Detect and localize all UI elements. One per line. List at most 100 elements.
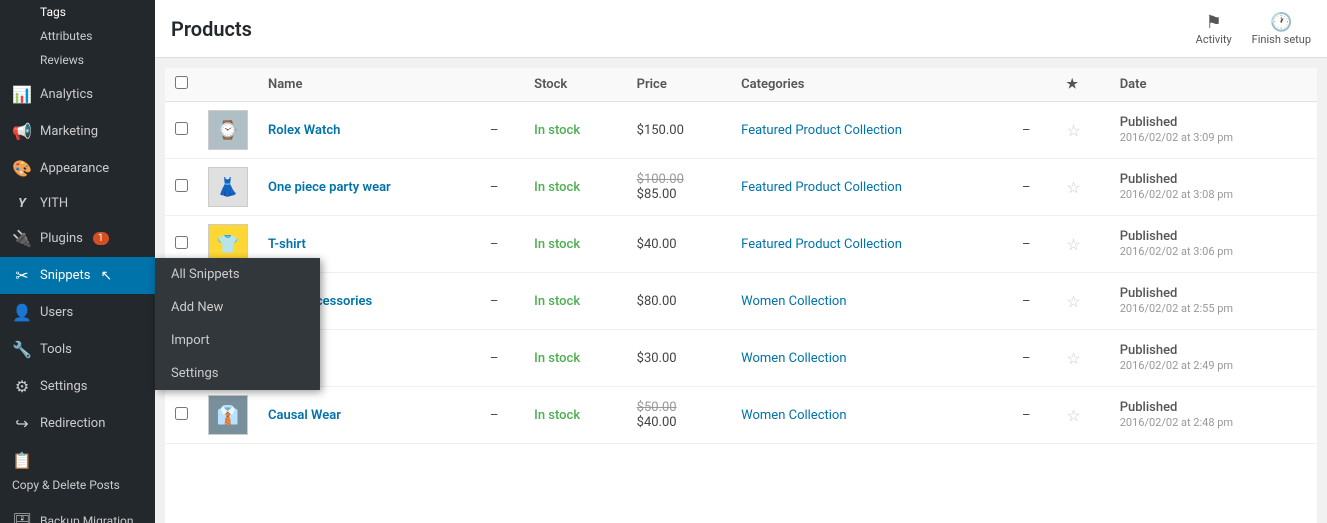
product-name[interactable]: Rolex Watch bbox=[268, 123, 340, 138]
sidebar-item-appearance[interactable]: 🎨 Appearance bbox=[0, 150, 155, 187]
stock-status: In stock bbox=[534, 294, 580, 309]
price-cell: $150.00 bbox=[627, 102, 732, 159]
sidebar-item-users-label: Users bbox=[40, 305, 73, 320]
sidebar-item-analytics[interactable]: 📊 Analytics bbox=[0, 76, 155, 113]
sidebar-item-copy-delete-label: Copy & Delete Posts bbox=[12, 478, 120, 494]
clock-icon: 🕐 bbox=[1270, 12, 1292, 33]
row-checkbox[interactable] bbox=[175, 236, 188, 249]
category[interactable]: Featured Product Collection bbox=[741, 237, 902, 252]
activity-button[interactable]: ⚑ Activity bbox=[1196, 12, 1232, 46]
star-button[interactable]: ☆ bbox=[1066, 121, 1080, 140]
redirection-icon: ↪ bbox=[12, 414, 32, 433]
flyout-all-snippets[interactable]: All Snippets bbox=[155, 258, 320, 291]
users-icon: 👤 bbox=[12, 303, 32, 322]
date-cell: Published 2016/02/02 at 3:06 pm bbox=[1110, 216, 1317, 273]
category[interactable]: Featured Product Collection bbox=[741, 123, 902, 138]
sidebar-item-settings-label: Settings bbox=[40, 379, 87, 394]
price: $150.00 bbox=[637, 123, 684, 138]
sidebar-item-yith[interactable]: Y YITH bbox=[0, 187, 155, 220]
flag-icon: ⚑ bbox=[1206, 12, 1222, 33]
star-button[interactable]: ☆ bbox=[1066, 406, 1080, 425]
flyout-add-new[interactable]: Add New bbox=[155, 291, 320, 324]
sidebar-item-marketing[interactable]: 📢 Marketing bbox=[0, 113, 155, 150]
sidebar-item-tools[interactable]: 🔧 Tools bbox=[0, 331, 155, 368]
tools-icon: 🔧 bbox=[12, 340, 32, 359]
sidebar-item-backup-migration[interactable]: 🗄 Backup Migration bbox=[0, 503, 155, 523]
dash1: – bbox=[480, 330, 524, 387]
table-row: ⌚ Rolex Watch – In stock $150.00 Feature… bbox=[165, 102, 1317, 159]
sidebar-item-snippets[interactable]: ✂ Snippets ↖ bbox=[0, 257, 155, 294]
category[interactable]: Featured Product Collection bbox=[741, 180, 902, 195]
finish-setup-label: Finish setup bbox=[1252, 33, 1311, 46]
price-cell: $80.00 bbox=[627, 273, 732, 330]
top-bar: Products ⚑ Activity 🕐 Finish setup bbox=[155, 0, 1327, 58]
star-button[interactable]: ☆ bbox=[1066, 235, 1080, 254]
date-cell: Published 2016/02/02 at 2:48 pm bbox=[1110, 387, 1317, 444]
product-name[interactable]: T-shirt bbox=[268, 237, 306, 252]
sidebar-item-copy-delete-posts[interactable]: 📋 Copy & Delete Posts bbox=[0, 442, 155, 503]
sidebar-item-settings[interactable]: ⚙ Settings bbox=[0, 368, 155, 405]
sidebar-item-users[interactable]: 👤 Users bbox=[0, 294, 155, 331]
category[interactable]: Women Collection bbox=[741, 408, 846, 423]
row-checkbox[interactable] bbox=[175, 407, 188, 420]
stock-status: In stock bbox=[534, 351, 580, 366]
flyout-settings[interactable]: Settings bbox=[155, 357, 320, 390]
snippets-icon: ✂ bbox=[12, 266, 32, 285]
dash1: – bbox=[480, 216, 524, 273]
sidebar-item-backup-label: Backup Migration bbox=[40, 514, 134, 523]
sidebar-item-redirection[interactable]: ↪ Redirection bbox=[0, 405, 155, 442]
product-thumbnail: 👔 bbox=[208, 395, 248, 435]
price: $80.00 bbox=[637, 294, 677, 309]
star-button[interactable]: ☆ bbox=[1066, 349, 1080, 368]
price-cell: $100.00 $85.00 bbox=[627, 159, 732, 216]
sidebar-item-snippets-label: Snippets bbox=[40, 268, 91, 283]
finish-setup-button[interactable]: 🕐 Finish setup bbox=[1252, 12, 1311, 46]
row-checkbox[interactable] bbox=[175, 122, 188, 135]
star-button[interactable]: ☆ bbox=[1066, 292, 1080, 311]
product-name[interactable]: Causal Wear bbox=[268, 408, 341, 423]
snippets-flyout: All Snippets Add New Import Settings bbox=[155, 258, 320, 390]
plugins-icon: 🔌 bbox=[12, 229, 32, 248]
sidebar-item-reviews[interactable]: Reviews bbox=[0, 48, 155, 72]
category[interactable]: Women Collection bbox=[741, 294, 846, 309]
row-checkbox[interactable] bbox=[175, 179, 188, 192]
product-thumbnail: ⌚ bbox=[208, 110, 248, 150]
publish-date: 2016/02/02 at 3:06 pm bbox=[1120, 245, 1233, 258]
date-cell: Published 2016/02/02 at 2:55 pm bbox=[1110, 273, 1317, 330]
table-row: 👜 nen's Accessories – In stock $80.00 Wo… bbox=[165, 273, 1317, 330]
dash2: – bbox=[1012, 387, 1056, 444]
sidebar-item-redirection-label: Redirection bbox=[40, 416, 105, 431]
sidebar: Tags Attributes Reviews 📊 Analytics 📢 Ma… bbox=[0, 0, 155, 523]
table-row: 👔 Causal Wear – In stock $50.00 $40.00 W… bbox=[165, 387, 1317, 444]
price-cell: $30.00 bbox=[627, 330, 732, 387]
dash2: – bbox=[1012, 102, 1056, 159]
publish-date: 2016/02/02 at 2:55 pm bbox=[1120, 302, 1233, 315]
sidebar-item-plugins[interactable]: 🔌 Plugins 1 bbox=[0, 220, 155, 257]
dash2: – bbox=[1012, 273, 1056, 330]
table-row: 👕 T-shirt – In stock $40.00 Featured Pro… bbox=[165, 216, 1317, 273]
dash2: – bbox=[1012, 159, 1056, 216]
sidebar-item-yith-label: YITH bbox=[40, 196, 68, 211]
select-all-checkbox[interactable] bbox=[175, 76, 188, 89]
main-content: Products ⚑ Activity 🕐 Finish setup Name … bbox=[155, 0, 1327, 523]
dash2: – bbox=[1012, 330, 1056, 387]
table-row: 👗 One piece party wear – In stock $100.0… bbox=[165, 159, 1317, 216]
stock-status: In stock bbox=[534, 180, 580, 195]
appearance-icon: 🎨 bbox=[12, 159, 32, 178]
sidebar-item-tags[interactable]: Tags bbox=[0, 0, 155, 24]
publish-status: Published bbox=[1120, 343, 1178, 358]
copy-delete-icon: 📋 bbox=[12, 451, 32, 470]
activity-label: Activity bbox=[1196, 33, 1232, 46]
dash1: – bbox=[480, 159, 524, 216]
sidebar-item-tools-label: Tools bbox=[40, 342, 72, 357]
price: $30.00 bbox=[637, 351, 677, 366]
category[interactable]: Women Collection bbox=[741, 351, 846, 366]
stock-status: In stock bbox=[534, 408, 580, 423]
sidebar-item-attributes[interactable]: Attributes bbox=[0, 24, 155, 48]
star-button[interactable]: ☆ bbox=[1066, 178, 1080, 197]
products-table: Name Stock Price Categories ★ Date ⌚ Rol… bbox=[165, 68, 1317, 444]
backup-icon: 🗄 bbox=[12, 512, 32, 523]
cursor-icon: ↖ bbox=[101, 268, 113, 284]
product-name[interactable]: One piece party wear bbox=[268, 180, 391, 195]
flyout-import[interactable]: Import bbox=[155, 324, 320, 357]
